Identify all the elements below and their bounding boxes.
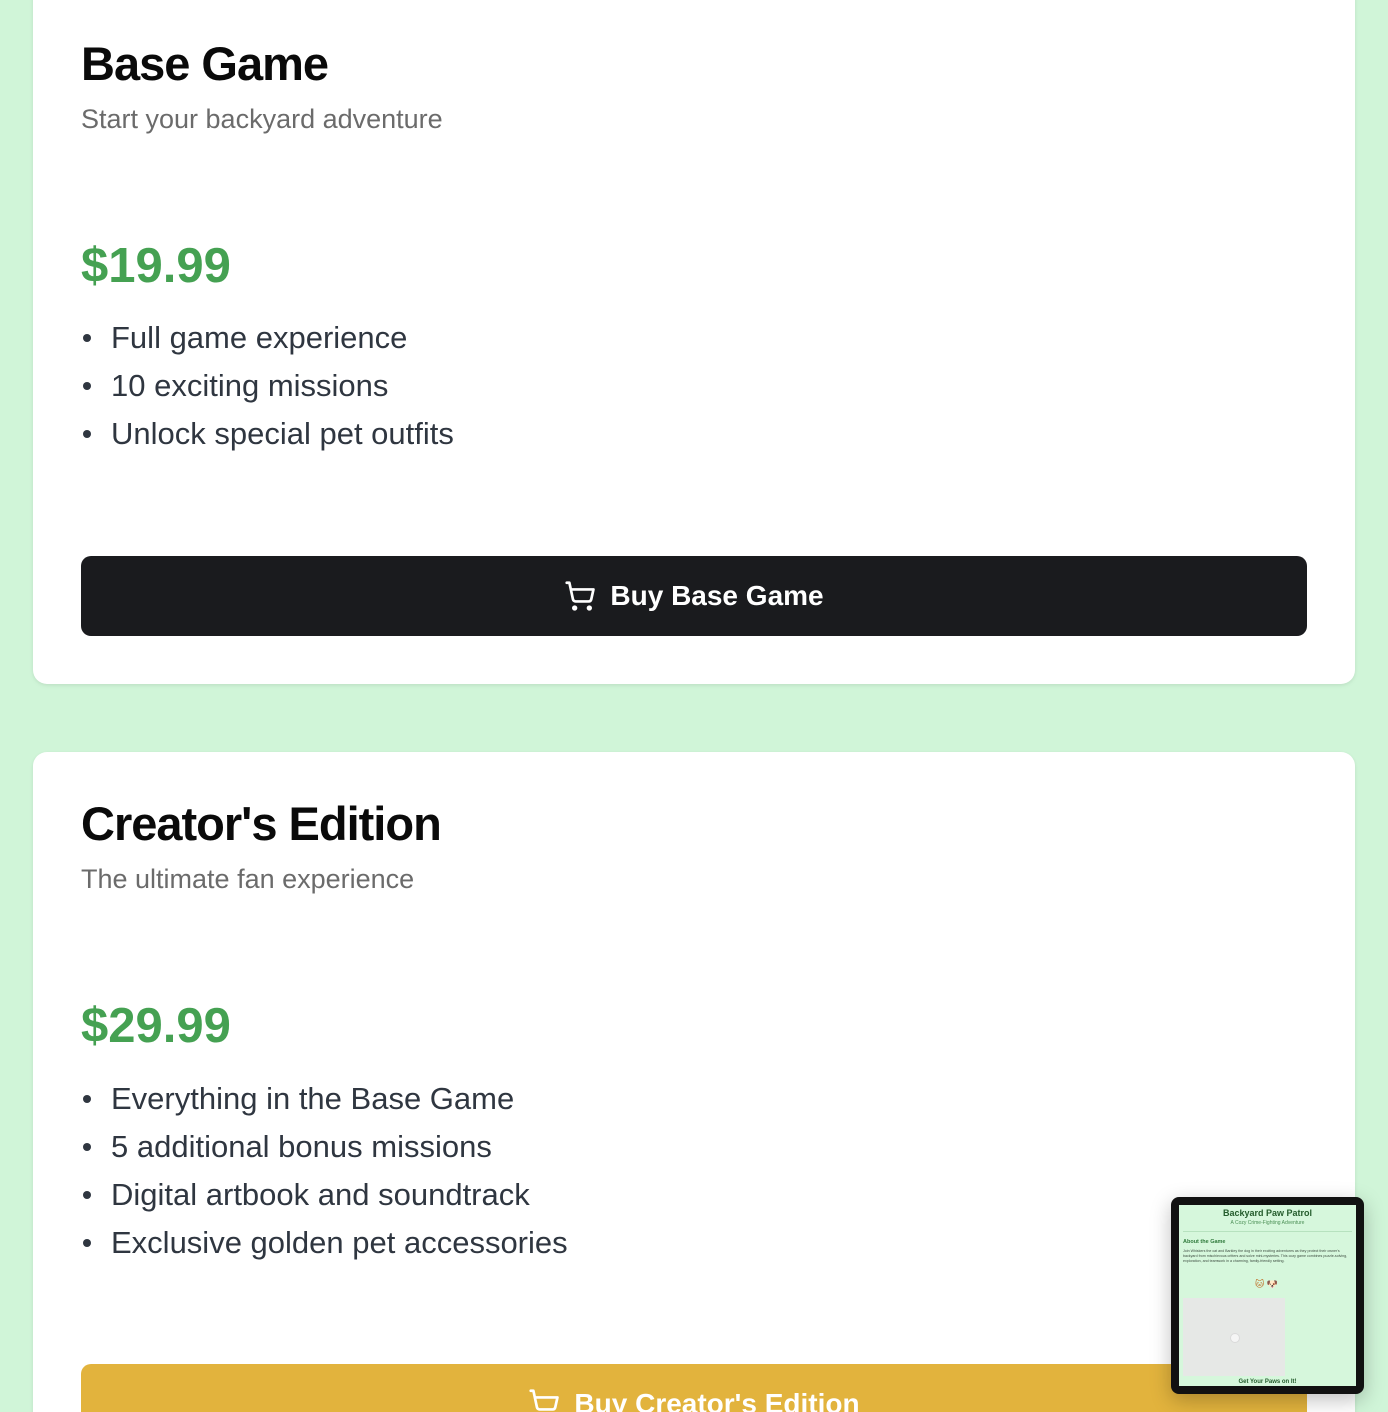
cart-icon bbox=[528, 1388, 560, 1412]
price: $19.99 bbox=[81, 239, 231, 293]
button-label: Buy Creator's Edition bbox=[574, 1388, 860, 1412]
button-label: Buy Base Game bbox=[610, 580, 824, 611]
preview-tagline: A Cozy Crime-Fighting Adventure bbox=[1230, 1220, 1305, 1226]
card-subtitle: The ultimate fan experience bbox=[81, 864, 415, 894]
preview-about-text: Join Whiskers the cat and Barkley the do… bbox=[1183, 1249, 1348, 1263]
feature-item: Full game experience bbox=[81, 314, 454, 362]
cart-icon bbox=[564, 580, 596, 612]
feature-item: Unlock special pet outfits bbox=[81, 410, 454, 458]
card-title: Base Game bbox=[81, 37, 329, 90]
page-preview-thumbnail[interactable]: Backyard Paw Patrol A Cozy Crime-Fightin… bbox=[1171, 1197, 1364, 1394]
card-title: Creator's Edition bbox=[81, 797, 442, 850]
feature-item: 10 exciting missions bbox=[81, 362, 454, 410]
feature-item: Digital artbook and soundtrack bbox=[81, 1171, 568, 1219]
base-game-card: Base Game Start your backyard adventure … bbox=[33, 0, 1355, 684]
feature-list: Full game experience 10 exciting mission… bbox=[81, 314, 454, 458]
buy-base-game-button[interactable]: Buy Base Game bbox=[81, 556, 1307, 636]
buy-creators-edition-button[interactable]: Buy Creator's Edition bbox=[81, 1364, 1307, 1412]
page: Base Game Start your backyard adventure … bbox=[0, 0, 1388, 1412]
card-subtitle: Start your backyard adventure bbox=[81, 104, 443, 134]
feature-item: 5 additional bonus missions bbox=[81, 1123, 568, 1171]
feature-item: Everything in the Base Game bbox=[81, 1075, 568, 1123]
preview-pet-icons: 🐱 🐶 bbox=[1255, 1279, 1279, 1289]
preview-cta: Get Your Paws on It! bbox=[1238, 1379, 1297, 1385]
preview-about-heading: About the Game bbox=[1183, 1239, 1226, 1245]
preview-title: Backyard Paw Patrol bbox=[1222, 1208, 1313, 1218]
price: $29.99 bbox=[81, 999, 231, 1053]
creators-edition-card: Creator's Edition The ultimate fan exper… bbox=[33, 752, 1355, 1412]
play-icon bbox=[1230, 1333, 1240, 1343]
preview-screen: Backyard Paw Patrol A Cozy Crime-Fightin… bbox=[1179, 1205, 1356, 1386]
preview-divider bbox=[1183, 1231, 1352, 1232]
preview-video-placeholder bbox=[1183, 1298, 1285, 1376]
feature-item: Exclusive golden pet accessories bbox=[81, 1219, 568, 1267]
feature-list: Everything in the Base Game 5 additional… bbox=[81, 1075, 568, 1267]
